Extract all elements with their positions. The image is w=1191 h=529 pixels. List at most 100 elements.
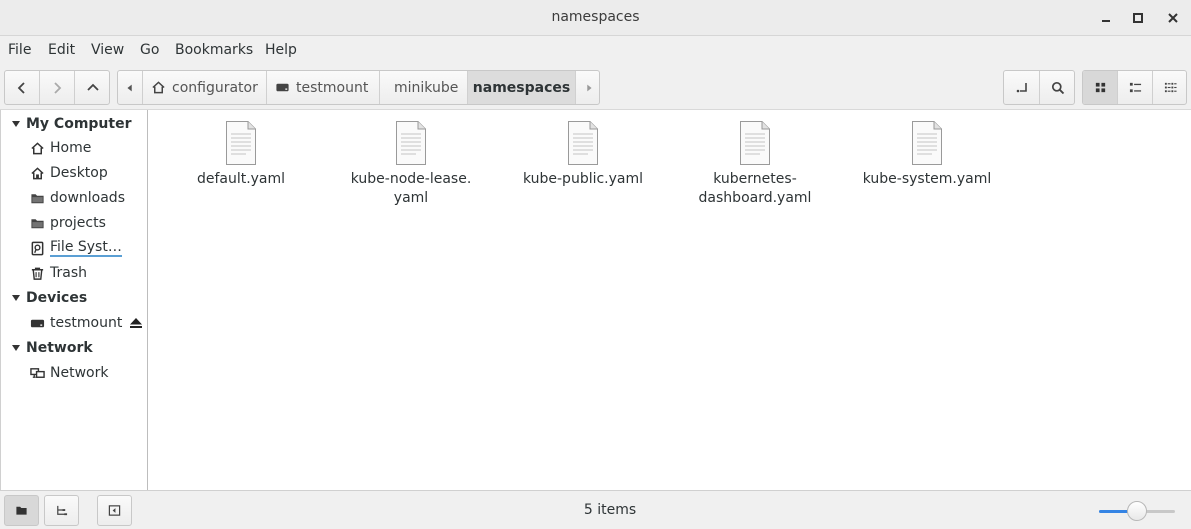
- location-entry-icon: [1016, 82, 1027, 92]
- file-view[interactable]: default.yaml kube-node-lease. yaml kube-…: [149, 110, 1191, 490]
- trash-icon: [29, 265, 45, 281]
- sidebar-item-testmount[interactable]: testmount: [1, 312, 147, 334]
- breadcrumb-label: minikube: [394, 79, 459, 96]
- menu-edit[interactable]: Edit: [48, 42, 75, 58]
- eject-icon[interactable]: [129, 316, 143, 330]
- menu-help[interactable]: Help: [265, 42, 297, 58]
- text-file-icon: [912, 121, 942, 165]
- sidebar-item-home[interactable]: Home: [1, 137, 147, 159]
- compact-view-icon: [1164, 82, 1177, 93]
- network-icon: [29, 365, 45, 381]
- navigation-group: [4, 70, 110, 105]
- search-button[interactable]: [1040, 71, 1074, 104]
- file-item[interactable]: kube-system.yaml: [857, 120, 997, 189]
- expander-down-icon: [12, 121, 20, 127]
- up-button[interactable]: [75, 71, 109, 104]
- sidebar-item-label: Home: [50, 140, 92, 156]
- breadcrumb-label: testmount: [296, 79, 369, 96]
- menu-view[interactable]: View: [91, 42, 124, 58]
- breadcrumb-namespaces[interactable]: namespaces: [468, 71, 576, 104]
- status-item-count: 5 items: [583, 502, 637, 518]
- maximize-button[interactable]: [1128, 8, 1148, 28]
- breadcrumb: configurator testmount minikube namespac…: [117, 70, 600, 105]
- breadcrumb-scroll-right[interactable]: [576, 71, 599, 104]
- chevron-left-icon: [17, 81, 25, 94]
- sidebar-section-title: My Computer: [26, 116, 132, 132]
- expander-down-icon: [12, 295, 20, 301]
- sidebar-item-trash[interactable]: Trash: [1, 262, 147, 284]
- back-button[interactable]: [5, 71, 40, 104]
- compact-view-button[interactable]: [1153, 71, 1186, 104]
- desktop-icon: [29, 165, 45, 181]
- forward-button[interactable]: [40, 71, 75, 104]
- close-icon: [1168, 13, 1178, 23]
- chevron-right-icon: [54, 81, 62, 94]
- toggle-location-button[interactable]: [1004, 71, 1040, 104]
- file-name: kube-public.yaml: [522, 171, 644, 187]
- sidebar-item-label: Trash: [50, 265, 87, 281]
- grid-view-icon: [1095, 82, 1105, 93]
- file-name: kubernetes-: [713, 171, 797, 187]
- window-title: namespaces: [551, 9, 640, 25]
- minimize-icon: [1102, 20, 1110, 22]
- triangle-right-icon: [586, 84, 592, 91]
- file-name: kube-node-lease.: [350, 171, 472, 187]
- breadcrumb-configurator[interactable]: configurator: [143, 71, 267, 104]
- text-file-icon: [226, 121, 256, 165]
- chevron-up-icon: [86, 83, 99, 91]
- title-bar: namespaces: [0, 0, 1191, 36]
- menu-file[interactable]: File: [8, 42, 31, 58]
- minimize-button[interactable]: [1096, 8, 1116, 28]
- sidebar-item-file-system[interactable]: File Syst…: [1, 237, 147, 259]
- triangle-left-icon: [127, 84, 132, 91]
- menu-go[interactable]: Go: [140, 42, 159, 58]
- folder-icon: [29, 190, 45, 206]
- sidebar-item-desktop[interactable]: Desktop: [1, 162, 147, 184]
- file-item[interactable]: kubernetes- dashboard.yaml: [685, 120, 825, 208]
- menu-bar: File Edit View Go Bookmarks Help: [0, 36, 1191, 64]
- sidebar-item-label: Network: [50, 365, 109, 381]
- text-file-icon: [396, 121, 426, 165]
- view-mode-group: [1082, 70, 1187, 105]
- close-button[interactable]: [1163, 8, 1183, 28]
- filesystem-icon: [29, 240, 45, 256]
- sidebar-section-my-computer[interactable]: My Computer: [1, 113, 147, 135]
- sidebar-section-devices[interactable]: Devices: [1, 287, 147, 309]
- sidebar-item-downloads[interactable]: downloads: [1, 187, 147, 209]
- status-bar: 5 items: [0, 490, 1191, 529]
- file-item[interactable]: kube-public.yaml: [513, 120, 653, 189]
- menu-bookmarks[interactable]: Bookmarks: [175, 42, 253, 58]
- sidebar-section-network[interactable]: Network: [1, 337, 147, 359]
- search-icon: [1051, 81, 1064, 94]
- text-file-icon: [568, 121, 598, 165]
- file-name: kube-system.yaml: [862, 171, 992, 187]
- toolbar: configurator testmount minikube namespac…: [0, 64, 1191, 110]
- sidebar-item-label: downloads: [50, 190, 125, 206]
- home-icon: [152, 81, 165, 94]
- breadcrumb-label: configurator: [172, 79, 258, 96]
- sidebar-item-label: projects: [50, 215, 106, 231]
- expander-down-icon: [12, 345, 20, 351]
- icon-view-button[interactable]: [1083, 71, 1118, 104]
- breadcrumb-minikube[interactable]: minikube: [380, 71, 468, 104]
- sidebar-item-label: File Syst…: [50, 239, 122, 257]
- sidebar: My Computer Home Desktop downloads proje…: [0, 110, 148, 490]
- folder-icon: [29, 215, 45, 231]
- sidebar-section-title: Network: [26, 340, 93, 356]
- list-view-button[interactable]: [1118, 71, 1153, 104]
- breadcrumb-scroll-left[interactable]: [118, 71, 143, 104]
- drive-icon: [29, 315, 45, 331]
- sidebar-item-projects[interactable]: projects: [1, 212, 147, 234]
- zoom-slider-handle[interactable]: [1127, 501, 1147, 521]
- sidebar-item-label: Desktop: [50, 165, 108, 181]
- file-item[interactable]: default.yaml: [171, 120, 311, 189]
- breadcrumb-label: namespaces: [472, 79, 571, 96]
- sidebar-item-network[interactable]: Network: [1, 362, 147, 384]
- drive-icon: [276, 83, 289, 92]
- list-view-icon: [1129, 82, 1141, 93]
- breadcrumb-testmount[interactable]: testmount: [267, 71, 380, 104]
- file-name: default.yaml: [196, 171, 286, 187]
- home-icon: [29, 140, 45, 156]
- file-item[interactable]: kube-node-lease. yaml: [341, 120, 481, 208]
- file-name-line2: dashboard.yaml: [698, 190, 812, 206]
